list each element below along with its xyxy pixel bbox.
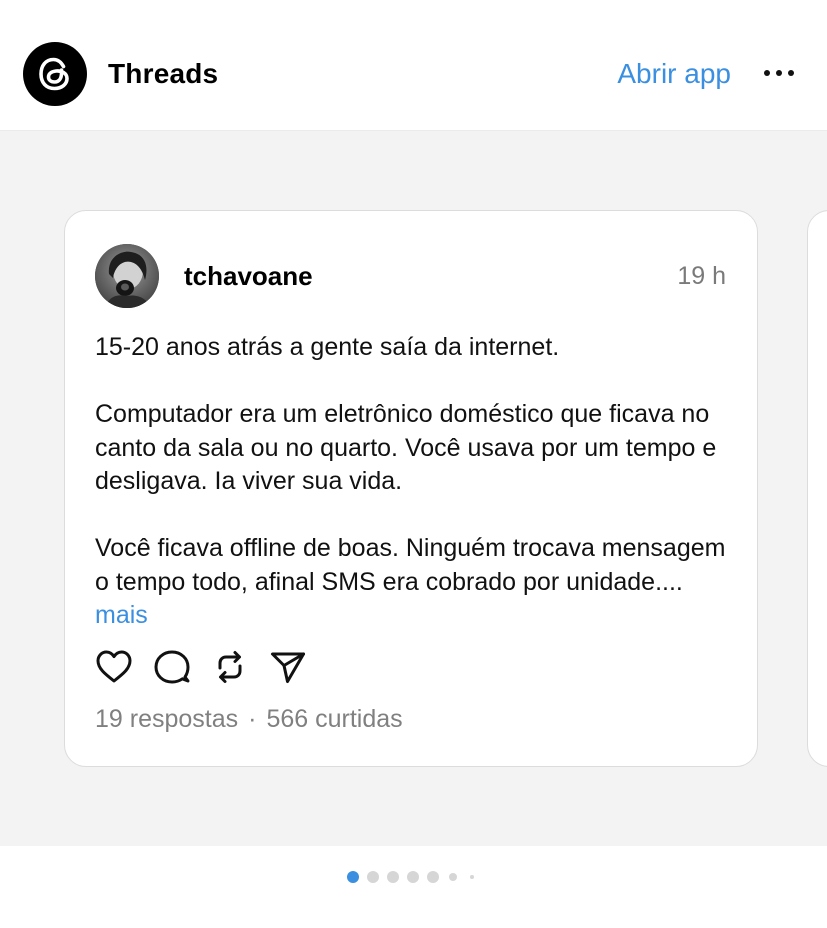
- likes-count[interactable]: 566 curtidas: [266, 705, 402, 733]
- next-post-card[interactable]: [807, 210, 827, 767]
- see-more-link[interactable]: mais: [95, 601, 148, 629]
- stats-separator: ·: [248, 705, 257, 733]
- post-text: 15-20 anos atrás a gente saía da interne…: [95, 331, 735, 633]
- post-paragraph: 15-20 anos atrás a gente saía da interne…: [95, 333, 560, 361]
- post-paragraph-text: Você ficava offline de boas. Ninguém tro…: [95, 534, 726, 596]
- top-bar: Threads Abrir app: [0, 0, 827, 131]
- page-dot[interactable]: [470, 875, 474, 879]
- post-paragraph: Computador era um eletrônico doméstico q…: [95, 400, 717, 495]
- page-dot[interactable]: [449, 873, 457, 881]
- page-dot[interactable]: [387, 871, 399, 883]
- more-dots-icon[interactable]: [762, 70, 796, 80]
- post-stats: 19 respostas · 566 curtidas: [95, 705, 403, 734]
- avatar[interactable]: [95, 244, 159, 308]
- page-dot[interactable]: [427, 871, 439, 883]
- page-dot-active[interactable]: [347, 871, 359, 883]
- page-dot[interactable]: [367, 871, 379, 883]
- app-title: Threads: [108, 58, 219, 89]
- post-username[interactable]: tchavoane: [184, 261, 313, 292]
- heart-icon[interactable]: [95, 648, 133, 686]
- post-paragraph: Você ficava offline de boas. Ninguém tro…: [95, 532, 735, 633]
- post-carousel: tchavoane 19 h 15-20 anos atrás a gente …: [0, 131, 827, 846]
- repost-icon[interactable]: [211, 648, 249, 686]
- replies-count[interactable]: 19 respostas: [95, 705, 238, 733]
- post-timestamp: 19 h: [677, 262, 726, 290]
- pagination: [0, 846, 827, 928]
- comment-icon[interactable]: [153, 648, 191, 686]
- threads-logo-icon[interactable]: [23, 42, 87, 106]
- share-icon[interactable]: [269, 648, 307, 686]
- page-dot[interactable]: [407, 871, 419, 883]
- open-app-link[interactable]: Abrir app: [617, 58, 731, 90]
- post-card[interactable]: tchavoane 19 h 15-20 anos atrás a gente …: [64, 210, 758, 767]
